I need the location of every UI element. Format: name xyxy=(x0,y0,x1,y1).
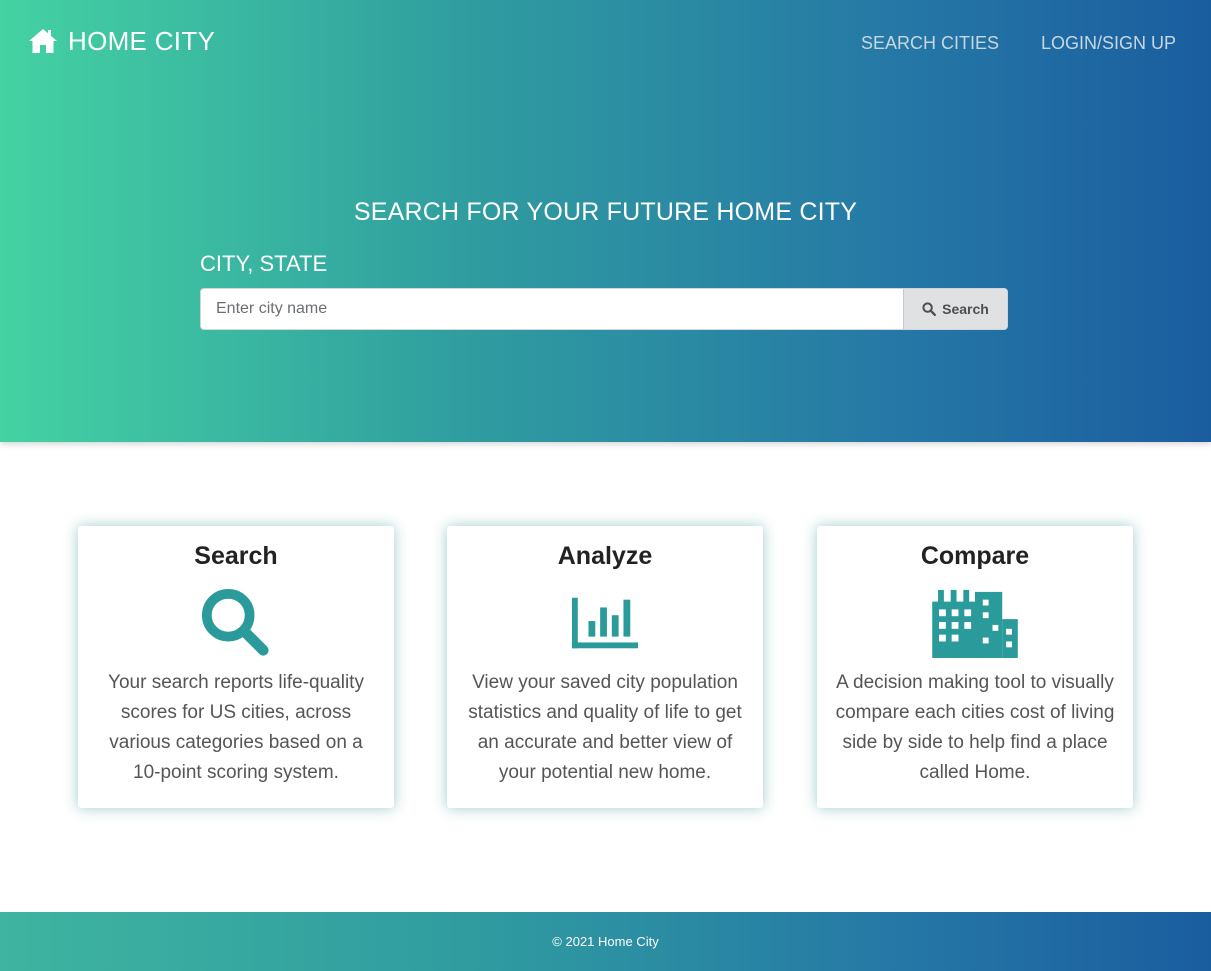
copyright-text: © 2021 Home City xyxy=(552,934,659,949)
brand-link[interactable]: HOME CITY xyxy=(28,24,215,58)
page-footer: © 2021 Home City xyxy=(0,912,1211,971)
main-nav: SEARCH CITIES LOGIN/SIGN UP xyxy=(861,30,1176,56)
card-description: A decision making tool to visually compa… xyxy=(835,672,1115,783)
city-search-input[interactable] xyxy=(201,289,903,329)
nav-login-signup[interactable]: LOGIN/SIGN UP xyxy=(1041,30,1176,56)
hero-title: SEARCH FOR YOUR FUTURE HOME CITY xyxy=(353,198,858,226)
magnifier-icon xyxy=(201,588,269,656)
search-icon xyxy=(922,302,937,316)
card-description: View your saved city population statisti… xyxy=(468,672,742,783)
card-title: Analyze xyxy=(557,542,653,570)
bar-chart-icon xyxy=(571,597,639,649)
city-search-group: Search xyxy=(200,288,1008,330)
brand-name: HOME CITY xyxy=(68,25,216,56)
hero-header: HOME CITY SEARCH CITIES LOGIN/SIGN UP SE… xyxy=(0,0,1211,442)
home-icon xyxy=(29,29,57,53)
city-buildings-icon xyxy=(932,589,1018,658)
search-button-label: Search xyxy=(942,301,989,317)
nav-search-cities[interactable]: SEARCH CITIES xyxy=(861,30,999,56)
search-button[interactable]: Search xyxy=(903,289,1007,329)
card-title: Search xyxy=(194,542,278,570)
card-title: Compare xyxy=(920,542,1030,570)
feature-card-analyze: Analyze View your saved city population … xyxy=(447,526,763,808)
feature-card-search: Search Your search reports life-quality … xyxy=(78,526,394,808)
feature-card-compare: Compare A decision making tool to visual… xyxy=(817,526,1133,808)
city-state-label: CITY, STATE xyxy=(200,251,328,276)
card-description: Your search reports life-quality scores … xyxy=(108,672,364,783)
